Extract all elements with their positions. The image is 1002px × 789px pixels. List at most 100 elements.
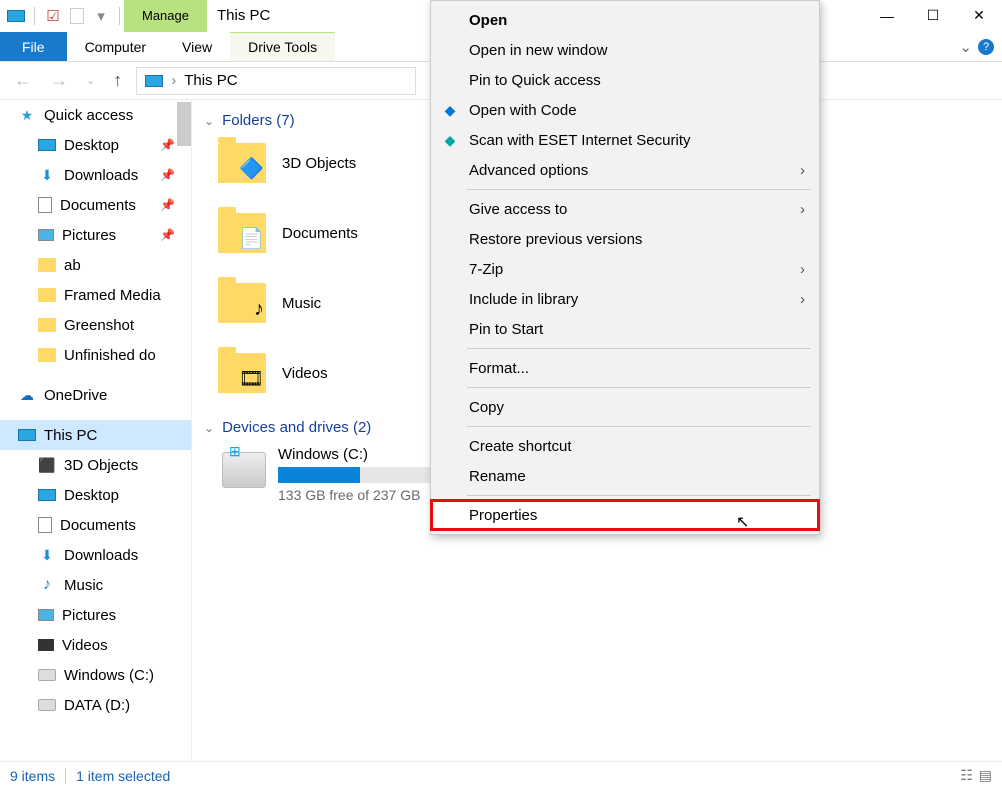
menu-item[interactable]: Open: [431, 5, 819, 35]
vscode-icon: ◆: [441, 101, 459, 119]
menu-item[interactable]: Pin to Start: [431, 314, 819, 344]
menu-item[interactable]: Open in new window: [431, 35, 819, 65]
sidebar-item[interactable]: Pictures📌: [0, 220, 191, 250]
back-button[interactable]: ←: [10, 70, 36, 91]
forward-button[interactable]: →: [46, 70, 72, 91]
status-selected: 1 item selected: [76, 768, 170, 784]
recent-dropdown-icon[interactable]: ⌄: [82, 74, 99, 87]
sidebar-item-label: This PC: [44, 427, 97, 444]
chevron-down-icon[interactable]: ⌄: [204, 421, 214, 435]
pin-icon: 📌: [160, 138, 175, 152]
sidebar-item[interactable]: ⬇Downloads: [0, 540, 191, 570]
sidebar-item[interactable]: Documents 📌: [0, 190, 191, 220]
menu-item[interactable]: Copy: [431, 392, 819, 422]
sidebar-this-pc[interactable]: This PC: [0, 420, 191, 450]
menu-item[interactable]: Advanced options›: [431, 155, 819, 185]
quick-access-toolbar: ☑ ▾: [0, 6, 124, 26]
menu-item[interactable]: Restore previous versions: [431, 224, 819, 254]
folder-overlay-icon: 📄: [239, 226, 264, 251]
sidebar-item[interactable]: DATA (D:): [0, 690, 191, 720]
qat-newfolder-icon[interactable]: [67, 6, 87, 26]
menu-item[interactable]: Give access to›: [431, 194, 819, 224]
folder-overlay-icon: ♪: [254, 298, 264, 321]
sidebar-item[interactable]: ⬇Downloads📌: [0, 160, 191, 190]
tab-drive-tools[interactable]: Drive Tools: [230, 32, 335, 61]
pic-icon: [38, 609, 54, 621]
menu-separator: [467, 387, 811, 388]
menu-item-label: Include in library: [469, 291, 578, 308]
close-button[interactable]: ✕: [956, 0, 1002, 32]
navigation-pane[interactable]: ★ Quick access Desktop📌⬇Downloads📌Docume…: [0, 100, 192, 761]
sidebar-item[interactable]: ⬛ 3D Objects: [0, 450, 191, 480]
menu-item[interactable]: Include in library›: [431, 284, 819, 314]
sidebar-item-label: Desktop: [64, 137, 119, 154]
drive-icon: ⊞: [222, 452, 266, 488]
sidebar-item-label: Videos: [62, 637, 108, 654]
sidebar-item[interactable]: Framed Media: [0, 280, 191, 310]
menu-item-label: Open: [469, 12, 507, 29]
menu-item[interactable]: Properties: [431, 500, 819, 530]
sidebar-quick-access[interactable]: ★ Quick access: [0, 100, 191, 130]
submenu-arrow-icon: ›: [800, 261, 805, 278]
menu-item[interactable]: ◆ Open with Code: [431, 95, 819, 125]
breadcrumb[interactable]: This PC: [184, 72, 237, 89]
qat-dropdown-icon[interactable]: ▾: [91, 6, 111, 26]
menu-item[interactable]: ◆Scan with ESET Internet Security: [431, 125, 819, 155]
sidebar-item[interactable]: Videos: [0, 630, 191, 660]
submenu-arrow-icon: ›: [800, 162, 805, 179]
submenu-arrow-icon: ›: [800, 201, 805, 218]
menu-item[interactable]: Create shortcut: [431, 431, 819, 461]
menu-item-label: Create shortcut: [469, 438, 572, 455]
sidebar-item-label: Quick access: [44, 107, 133, 124]
sidebar-item-label: Greenshot: [64, 317, 134, 334]
sidebar-item-label: Desktop: [64, 487, 119, 504]
folder-label: 3D Objects: [282, 155, 356, 172]
tab-computer[interactable]: Computer: [67, 32, 164, 61]
menu-item[interactable]: Format...: [431, 353, 819, 383]
sidebar-item-label: 3D Objects: [64, 457, 138, 474]
view-large-icon[interactable]: ▤: [979, 767, 992, 784]
sidebar-item-label: Downloads: [64, 167, 138, 184]
folder-icon: ♪: [218, 283, 266, 323]
sidebar-item-label: Documents: [60, 197, 136, 214]
tab-file[interactable]: File: [0, 32, 67, 61]
context-menu[interactable]: Open Open in new windowPin to Quick acces…: [430, 0, 820, 535]
ribbon-expand-icon[interactable]: ⌄: [959, 38, 972, 56]
sidebar-item[interactable]: Greenshot: [0, 310, 191, 340]
menu-item[interactable]: Rename: [431, 461, 819, 491]
sidebar-item[interactable]: Pictures: [0, 600, 191, 630]
qat-properties-icon[interactable]: ☑: [43, 6, 63, 26]
sidebar-item[interactable]: Desktop: [0, 480, 191, 510]
view-details-icon[interactable]: ☷: [960, 767, 973, 784]
contextual-tab-manage[interactable]: Manage: [124, 0, 207, 32]
cube-icon: ⬛: [38, 456, 56, 474]
sidebar-item[interactable]: ab: [0, 250, 191, 280]
folder-icon: [38, 288, 56, 302]
menu-item[interactable]: 7-Zip›: [431, 254, 819, 284]
up-button[interactable]: ↑: [109, 70, 126, 91]
menu-item-label: Copy: [469, 399, 504, 416]
thispc-icon: [145, 75, 163, 87]
sidebar-item[interactable]: Windows (C:): [0, 660, 191, 690]
sidebar-item[interactable]: Unfinished do: [0, 340, 191, 370]
sidebar-item[interactable]: Desktop 📌: [0, 130, 191, 160]
thispc-icon: [18, 429, 36, 441]
folder-overlay-icon: 🔷: [239, 156, 264, 181]
tab-view[interactable]: View: [164, 32, 230, 61]
minimize-button[interactable]: —: [864, 0, 910, 32]
address-bar[interactable]: › This PC: [136, 67, 416, 95]
sidebar-onedrive[interactable]: ☁ OneDrive: [0, 380, 191, 410]
sidebar-item[interactable]: Documents: [0, 510, 191, 540]
maximize-button[interactable]: ☐: [910, 0, 956, 32]
menu-item[interactable]: Pin to Quick access: [431, 65, 819, 95]
chevron-right-icon[interactable]: ›: [171, 72, 176, 89]
status-bar: 9 items 1 item selected ☷ ▤: [0, 761, 1002, 789]
sidebar-item[interactable]: ♪Music: [0, 570, 191, 600]
menu-item-label: Open with Code: [469, 102, 577, 119]
scrollbar-thumb[interactable]: [177, 102, 191, 146]
chevron-down-icon[interactable]: ⌄: [204, 114, 214, 128]
sidebar-item-label: Music: [64, 577, 103, 594]
pin-icon: 📌: [160, 198, 175, 212]
sidebar-item-label: DATA (D:): [64, 697, 130, 714]
help-icon[interactable]: ?: [978, 39, 994, 55]
